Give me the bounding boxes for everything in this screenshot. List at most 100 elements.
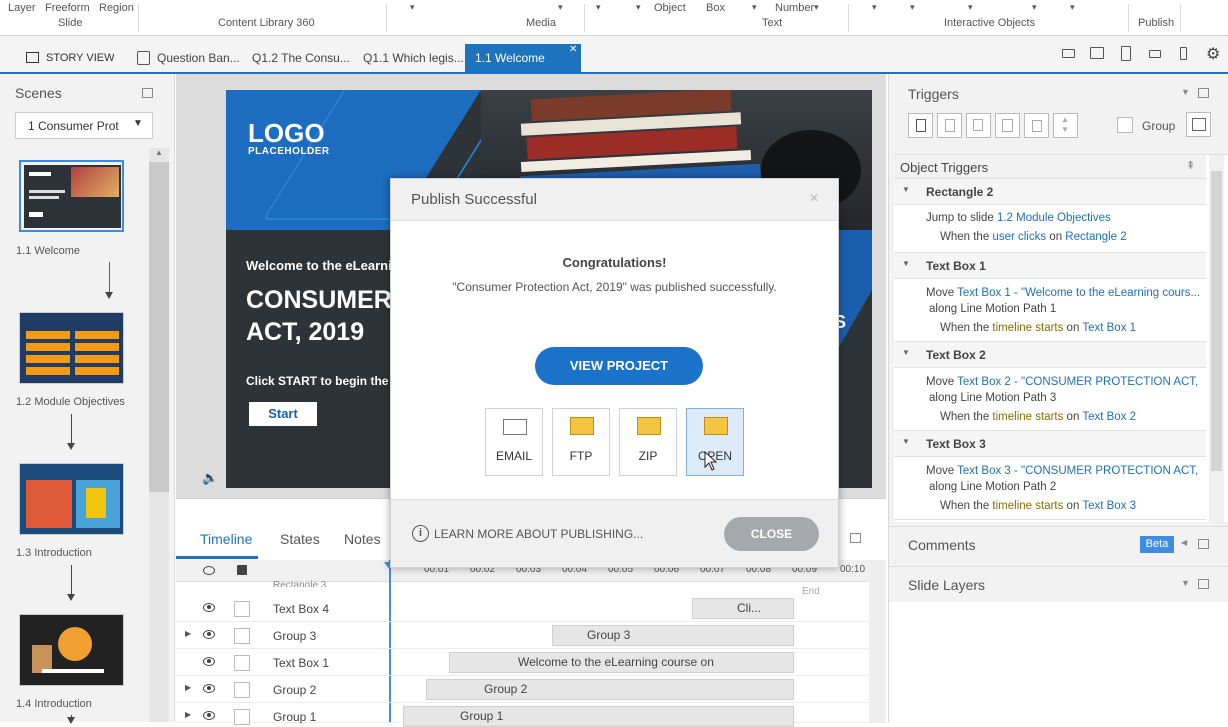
ribbon-number[interactable]: Number (775, 2, 814, 14)
delete-trigger-button[interactable] (1024, 113, 1049, 138)
scene-select[interactable]: 1 Consumer Prot ▼ (15, 112, 153, 139)
ribbon-dropdown-icon[interactable]: ▾ (636, 2, 641, 13)
new-trigger-button[interactable] (908, 113, 933, 138)
expand-arrow-icon[interactable]: ▶ (185, 629, 191, 638)
tab-question-bank[interactable]: Question Ban... (157, 44, 245, 72)
tablet-landscape-icon[interactable] (1090, 47, 1104, 59)
lock-checkbox[interactable] (234, 601, 250, 617)
scroll-up-icon[interactable]: ▲ (155, 148, 163, 157)
ftp-option-button[interactable]: FTP (552, 408, 610, 476)
ribbon-dropdown-icon[interactable]: ▾ (596, 2, 601, 13)
slide-layers-panel-header[interactable]: Slide Layers ▼ (889, 566, 1228, 602)
timeline-bar[interactable]: Cli... (692, 598, 794, 619)
timeline-bar[interactable]: Group 1 (403, 706, 794, 727)
ribbon-dropdown-icon[interactable]: ▾ (1070, 2, 1075, 13)
ribbon-dropdown-icon[interactable]: ▾ (752, 2, 757, 13)
comments-panel-header[interactable]: Comments Beta ◀ (889, 526, 1228, 562)
course-title-line2[interactable]: ACT, 2019 (246, 318, 364, 347)
trigger-action[interactable]: Jump to slide 1.2 Module Objectives (926, 212, 1202, 224)
view-project-button[interactable]: VIEW PROJECT (535, 347, 703, 385)
tab-welcome[interactable]: 1.1 Welcome (465, 44, 581, 72)
visibility-header-icon[interactable] (203, 566, 215, 575)
ribbon-dropdown-icon[interactable]: ▾ (814, 2, 819, 13)
ribbon-object[interactable]: Object (654, 2, 686, 14)
ribbon-box[interactable]: Box (706, 2, 725, 14)
trigger-condition[interactable]: When the timeline starts on Text Box 1 (940, 322, 1202, 334)
tab-q1-1[interactable]: Q1.1 Which legis... (363, 44, 465, 72)
scrollbar-thumb[interactable] (1211, 171, 1222, 471)
slide-thumbnail-2[interactable] (19, 312, 124, 384)
zip-option-button[interactable]: ZIP (619, 408, 677, 476)
lock-checkbox[interactable] (234, 628, 250, 644)
chevron-left-icon[interactable]: ◀ (1181, 538, 1187, 547)
panel-restore-icon[interactable] (142, 88, 153, 98)
tab-q1-2[interactable]: Q1.2 The Consu... (252, 44, 354, 72)
trigger-condition[interactable]: When the timeline starts on Text Box 2 (940, 411, 1202, 423)
collapse-all-icon[interactable]: ⇞ (1186, 159, 1195, 172)
slide-thumbnail-3[interactable] (19, 463, 124, 535)
trigger-condition[interactable]: When the user clicks on Rectangle 2 (940, 231, 1202, 243)
ribbon-layer[interactable]: Layer (8, 2, 36, 14)
trigger-item[interactable]: Move Text Box 1 - "Welcome to the eLearn… (894, 279, 1206, 342)
ribbon-dropdown-icon[interactable]: ▾ (968, 2, 973, 13)
lock-checkbox[interactable] (234, 709, 250, 725)
copy-trigger-button[interactable] (966, 113, 991, 138)
trigger-group-header[interactable]: ▼ Text Box 1 (894, 253, 1206, 279)
tablet-portrait-icon[interactable] (1121, 46, 1131, 61)
start-button[interactable]: Start (249, 402, 317, 426)
tab-close-icon[interactable]: ✕ (569, 44, 577, 55)
timeline-row[interactable]: Text Box 1 Welcome to the eLearning cour… (176, 649, 886, 676)
trigger-action[interactable]: Move Text Box 2 - "CONSUMER PROTECTION A… (926, 376, 1202, 388)
ribbon-region[interactable]: Region (99, 2, 134, 14)
visibility-eye-icon[interactable] (203, 711, 215, 720)
expand-arrow-icon[interactable]: ▶ (185, 710, 191, 719)
ribbon-dropdown-icon[interactable]: ▾ (1032, 2, 1037, 13)
ribbon-dropdown-icon[interactable]: ▾ (872, 2, 877, 13)
slide-thumbnail-4[interactable] (19, 614, 124, 686)
panel-restore-icon[interactable] (850, 533, 861, 543)
expand-arrow-icon[interactable]: ▼ (902, 259, 910, 268)
trigger-condition[interactable]: When the timeline starts on Text Box 3 (940, 500, 1202, 512)
desktop-preview-icon[interactable] (1062, 49, 1075, 58)
tab-notes[interactable]: Notes (344, 531, 381, 547)
triggers-scrollbar[interactable] (1209, 155, 1224, 523)
trigger-item[interactable]: Move Text Box 2 - "CONSUMER PROTECTION A… (894, 368, 1206, 431)
email-option-button[interactable]: EMAIL (485, 408, 543, 476)
panel-restore-icon[interactable] (1198, 539, 1209, 549)
visibility-eye-icon[interactable] (203, 603, 215, 612)
lock-checkbox[interactable] (234, 655, 250, 671)
expand-arrow-icon[interactable]: ▼ (902, 348, 910, 357)
chevron-down-icon[interactable]: ▼ (1181, 87, 1190, 97)
phone-portrait-icon[interactable] (1180, 47, 1187, 60)
trigger-options-button[interactable] (1186, 112, 1211, 137)
trigger-group-header[interactable]: ▼ Rectangle 2 (894, 179, 1206, 205)
panel-restore-icon[interactable] (1198, 579, 1209, 589)
audio-icon[interactable]: 🔈 (202, 470, 218, 486)
chevron-down-icon[interactable]: ▼ (1181, 578, 1190, 588)
scenes-scrollbar[interactable]: ▲ (149, 148, 169, 722)
close-button[interactable]: CLOSE (724, 517, 819, 551)
paste-trigger-button[interactable] (995, 113, 1020, 138)
timeline-row[interactable]: ▶ Group 2 Group 2 (176, 676, 886, 703)
move-trigger-button[interactable]: ▲ ▼ (1053, 113, 1078, 138)
visibility-eye-icon[interactable] (203, 657, 215, 666)
trigger-group-header[interactable]: ▼ Text Box 2 (894, 342, 1206, 368)
ribbon-content-library[interactable]: Content Library 360 (218, 17, 315, 29)
trigger-group-header[interactable]: ▼ Text Box 3 (894, 431, 1206, 457)
expand-arrow-icon[interactable]: ▼ (902, 185, 910, 194)
timeline-row[interactable]: Text Box 4 Cli... (176, 595, 886, 622)
timeline-bar[interactable]: Group 2 (426, 679, 794, 700)
lock-checkbox[interactable] (234, 682, 250, 698)
trigger-action[interactable]: Move Text Box 3 - "CONSUMER PROTECTION A… (926, 465, 1202, 477)
slide-thumbnail-1[interactable] (19, 160, 124, 232)
timeline-bar[interactable]: Group 3 (552, 625, 794, 646)
panel-restore-icon[interactable] (1198, 88, 1209, 98)
ribbon-dropdown-icon[interactable]: ▾ (910, 2, 915, 13)
edit-trigger-button[interactable] (937, 113, 962, 138)
visibility-eye-icon[interactable] (203, 630, 215, 639)
story-view-tab[interactable]: STORY VIEW (46, 44, 114, 72)
lock-header-icon[interactable] (237, 565, 247, 575)
timeline-row[interactable]: ▶ Group 3 Group 3 (176, 622, 886, 649)
trigger-action[interactable]: Move Text Box 1 - "Welcome to the eLearn… (926, 287, 1202, 299)
learn-more-link[interactable]: LEARN MORE ABOUT PUBLISHING... (434, 527, 643, 541)
